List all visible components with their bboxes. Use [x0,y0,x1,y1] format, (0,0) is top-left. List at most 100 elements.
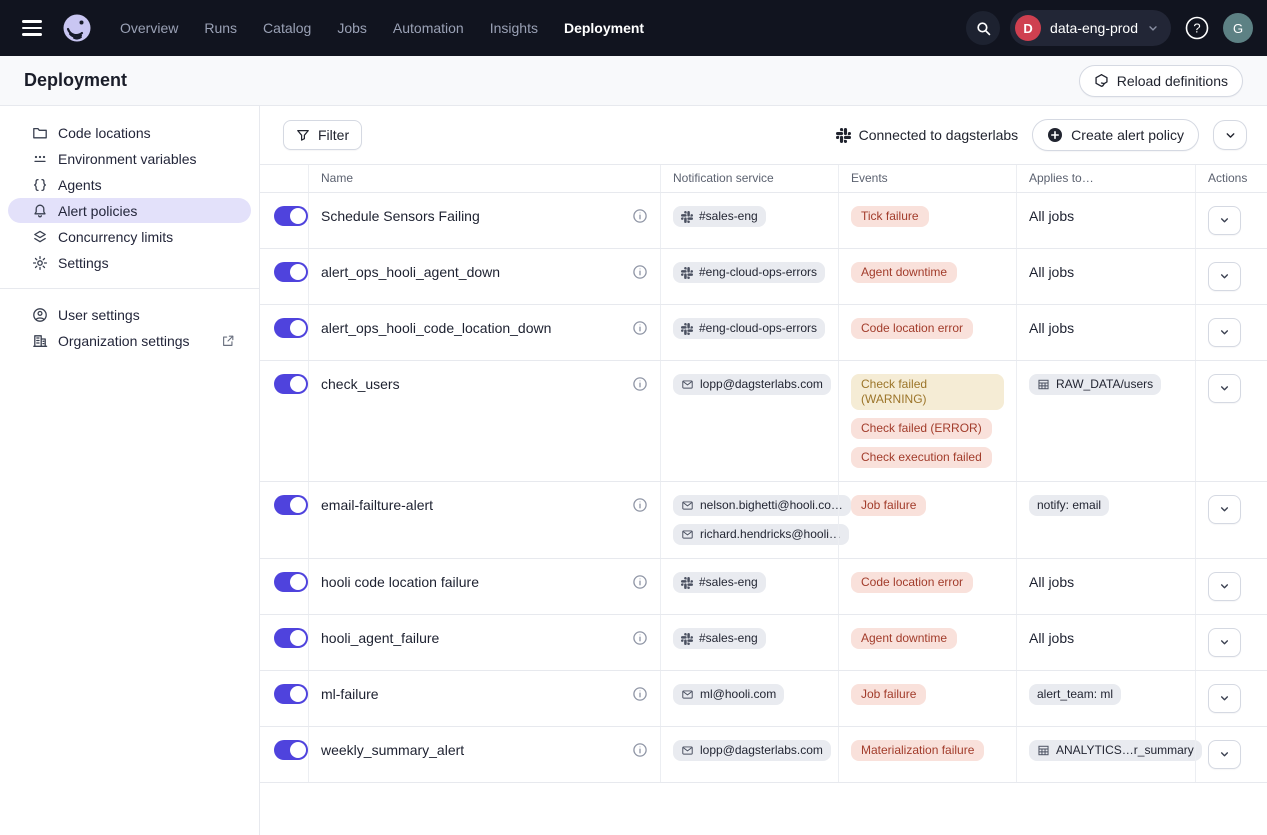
table-row: hooli_agent_failure #sales-eng Agent dow… [260,615,1267,671]
bell-icon [32,203,48,219]
help-icon[interactable]: ? [1181,12,1213,44]
sidebar-item-alert-policies[interactable]: Alert policies [8,198,251,223]
nav-item-jobs[interactable]: Jobs [337,20,367,36]
sidebar-item-agents[interactable]: Agents [8,172,251,197]
sidebar-divider [0,288,259,289]
column-actions: Actions [1195,165,1267,192]
row-actions-dropdown[interactable] [1208,206,1241,235]
actions-cell [1195,361,1267,481]
actions-cell [1195,671,1267,726]
sidebar-item-code-locations[interactable]: Code locations [8,120,251,145]
toggle-cell [260,249,308,304]
events-cell: Code location error [838,305,1016,360]
policy-enabled-toggle[interactable] [274,374,308,394]
sidebar-item-environment-variables[interactable]: Environment variables [8,146,251,171]
sidebar-item-label: User settings [58,307,140,323]
menu-icon[interactable] [14,10,50,46]
table-row: hooli code location failure #sales-eng C… [260,559,1267,615]
notification-label: richard.hendricks@hooli… [700,527,841,542]
info-icon[interactable] [632,206,648,224]
policy-enabled-toggle[interactable] [274,740,308,760]
nav-item-insights[interactable]: Insights [490,20,538,36]
filter-button[interactable]: Filter [283,120,362,150]
org-icon [32,333,48,349]
mail-icon [681,744,694,757]
events-cell: Agent downtime [838,615,1016,670]
actions-cell [1195,615,1267,670]
name-cell: check_users [308,361,660,481]
info-icon[interactable] [632,572,648,590]
toolbar: Filter Connected to dagsterlabs Create a… [260,106,1267,164]
reload-definitions-button[interactable]: Reload definitions [1079,65,1243,97]
row-actions-dropdown[interactable] [1208,318,1241,347]
events-cell: Job failure [838,671,1016,726]
info-icon[interactable] [632,684,648,702]
info-icon[interactable] [632,374,648,392]
deployment-name: data-eng-prod [1050,20,1138,36]
slack-icon [681,267,693,279]
row-actions-dropdown[interactable] [1208,740,1241,769]
notification-label: lopp@dagsterlabs.com [700,377,823,392]
dagster-logo-icon[interactable] [60,11,94,45]
deployment-switcher[interactable]: D data-eng-prod [1010,10,1171,46]
name-cell: weekly_summary_alert [308,727,660,782]
row-actions-dropdown[interactable] [1208,572,1241,601]
info-icon[interactable] [632,495,648,513]
search-icon[interactable] [966,11,1000,45]
info-icon[interactable] [632,628,648,646]
settings-sidebar: Code locations Environment variables Age… [0,106,260,835]
toggle-cell [260,482,308,558]
sidebar-item-organization-settings[interactable]: Organization settings [8,328,251,353]
sidebar-item-concurrency-limits[interactable]: Concurrency limits [8,224,251,249]
info-icon[interactable] [632,262,648,280]
layers-icon [32,229,48,245]
page-header: Deployment Reload definitions [0,56,1267,106]
row-actions-dropdown[interactable] [1208,374,1241,403]
nav-item-overview[interactable]: Overview [120,20,178,36]
filter-icon [296,128,310,142]
info-icon[interactable] [632,318,648,336]
asset-table-icon [1037,744,1050,757]
row-actions-dropdown[interactable] [1208,684,1241,713]
events-cell: Job failure [838,482,1016,558]
row-actions-dropdown[interactable] [1208,628,1241,657]
policy-enabled-toggle[interactable] [274,684,308,704]
user-avatar[interactable]: G [1223,13,1253,43]
policy-enabled-toggle[interactable] [274,628,308,648]
table-row: alert_ops_hooli_code_location_down #eng-… [260,305,1267,361]
notification-label: #eng-cloud-ops-errors [699,265,817,280]
env-vars-icon [32,151,48,167]
row-actions-dropdown[interactable] [1208,262,1241,291]
policy-enabled-toggle[interactable] [274,318,308,338]
notification-cell: #sales-eng [660,615,838,670]
policy-name: Schedule Sensors Failing [321,206,480,226]
create-alert-policy-button[interactable]: Create alert policy [1032,119,1199,151]
nav-item-automation[interactable]: Automation [393,20,464,36]
table-header-row: Name Notification service Events Applies… [260,165,1267,193]
actions-cell [1195,559,1267,614]
actions-cell [1195,305,1267,360]
event-tag: Job failure [851,495,926,516]
sidebar-item-user-settings[interactable]: User settings [8,302,251,327]
sidebar-item-settings[interactable]: Settings [8,250,251,275]
slack-icon [681,577,693,589]
more-actions-dropdown[interactable] [1213,120,1247,150]
table-row: weekly_summary_alert lopp@dagsterlabs.co… [260,727,1267,783]
policy-enabled-toggle[interactable] [274,495,308,515]
policy-enabled-toggle[interactable] [274,262,308,282]
primary-nav: Overview Runs Catalog Jobs Automation Insight… [120,20,644,36]
sidebar-item-label: Environment variables [58,151,197,167]
event-tag: Agent downtime [851,262,957,283]
applies-to-cell: All jobs [1016,193,1195,248]
nav-item-catalog[interactable]: Catalog [263,20,311,36]
policy-enabled-toggle[interactable] [274,572,308,592]
notification-cell: #eng-cloud-ops-errors [660,305,838,360]
nav-item-runs[interactable]: Runs [204,20,237,36]
nav-item-deployment[interactable]: Deployment [564,20,644,36]
row-actions-dropdown[interactable] [1208,495,1241,524]
notification-cell: nelson.bighetti@hooli.co… richard.hendri… [660,482,838,558]
policy-enabled-toggle[interactable] [274,206,308,226]
table-row: Schedule Sensors Failing #sales-eng Tick… [260,193,1267,249]
mail-icon [681,499,694,512]
info-icon[interactable] [632,740,648,758]
